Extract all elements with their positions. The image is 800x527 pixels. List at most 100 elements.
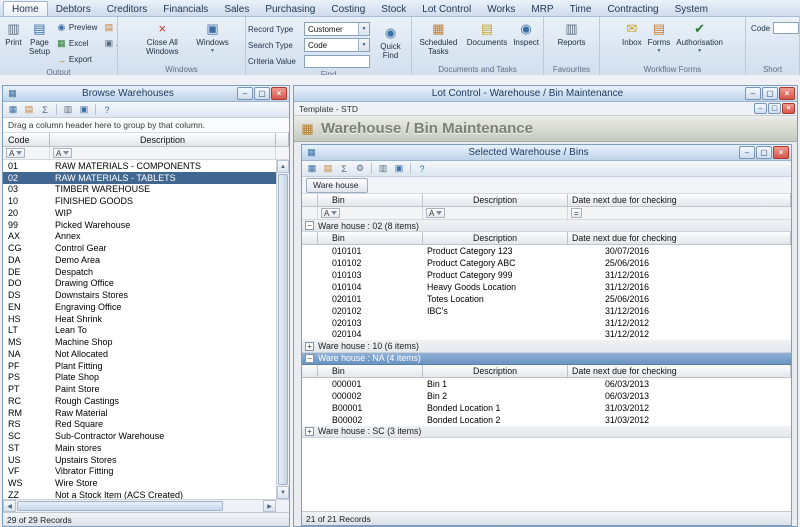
warehouse-row-20[interactable]: 20WIP [3, 207, 276, 219]
sigma-icon[interactable]: Σ [337, 162, 351, 175]
selected-bins-titlebar[interactable]: ▦ Selected Warehouse / Bins – ▢ × [302, 145, 791, 161]
scroll-left-icon[interactable]: ◀ [3, 500, 16, 512]
adm-button[interactable]: ▣ADM [101, 36, 118, 51]
equals-filter-icon[interactable]: = [571, 208, 582, 218]
bin-row-010102[interactable]: 010102Product Category ABC25/06/2016 [302, 257, 791, 269]
warehouse-row-10[interactable]: 10FINISHED GOODS [3, 195, 276, 207]
bin-row-010104[interactable]: 010104Heavy Goods Location31/12/2016 [302, 281, 791, 293]
maximize-button[interactable]: ▢ [254, 87, 270, 100]
column-header-code[interactable]: Code [3, 133, 50, 147]
print-button[interactable]: ▥ Print [2, 19, 25, 49]
ribbon-tab-lot-control[interactable]: Lot Control [414, 2, 479, 16]
chart-icon[interactable]: ▤ [321, 162, 335, 175]
expand-icon[interactable]: + [305, 342, 314, 351]
filter-icon[interactable]: A [53, 148, 72, 158]
subheader-description[interactable]: Description [423, 232, 568, 245]
subheader-date[interactable]: Date next due for checking [568, 232, 791, 245]
save-icon[interactable]: ▣ [392, 162, 406, 175]
warehouse-row-EN[interactable]: ENEngraving Office [3, 301, 276, 313]
subheader-description[interactable]: Description [423, 365, 568, 378]
bin-group-row[interactable]: −Ware house : 02 (8 items) [302, 220, 791, 232]
close-button[interactable]: × [773, 146, 789, 159]
horizontal-scrollbar[interactable]: ◀ ▶ [3, 499, 289, 512]
grid-view-icon[interactable]: ▦ [6, 103, 20, 116]
warehouse-row-VF[interactable]: VFVibrator Fitting [3, 466, 276, 478]
vertical-scrollbar[interactable]: ▲ ▼ [276, 160, 289, 499]
warehouse-row-LT[interactable]: LTLean To [3, 325, 276, 337]
warehouse-row-RM[interactable]: RMRaw Material [3, 407, 276, 419]
close-all-windows-button[interactable]: × Close All Windows [132, 19, 192, 58]
warehouse-row-ZZ[interactable]: ZZNot a Stock Item (ACS Created) [3, 489, 276, 499]
ribbon-tab-system[interactable]: System [667, 2, 716, 16]
search-type-select[interactable]: Code▼ [304, 38, 370, 52]
collapse-icon[interactable]: − [305, 221, 314, 230]
warehouse-row-HS[interactable]: HSHeat Shrink [3, 313, 276, 325]
close-button[interactable]: × [782, 103, 795, 114]
bin-row-B00001[interactable]: B00001Bonded Location 131/03/2012 [302, 402, 791, 414]
bin-row-020104[interactable]: 02010431/12/2012 [302, 329, 791, 341]
minimize-button[interactable]: – [237, 87, 253, 100]
column-header-bin[interactable]: Bin [318, 194, 423, 207]
xml-button[interactable]: ▤XML [101, 20, 118, 35]
warehouse-row-PT[interactable]: PTPaint Store [3, 383, 276, 395]
inspect-button[interactable]: ◉ Inspect [511, 19, 541, 49]
ribbon-tab-works[interactable]: Works [479, 2, 523, 16]
print-icon[interactable]: ▥ [376, 162, 390, 175]
bin-row-B00002[interactable]: B00002Bonded Location 231/03/2012 [302, 414, 791, 426]
bin-row-020102[interactable]: 020102IBC's31/12/2016 [302, 305, 791, 317]
scrollbar-thumb[interactable] [17, 501, 223, 511]
warehouse-row-99[interactable]: 99Picked Warehouse [3, 219, 276, 231]
subheader-date[interactable]: Date next due for checking [568, 365, 791, 378]
scheduled-tasks-button[interactable]: ▦ Scheduled Tasks [414, 19, 463, 58]
code-shortcut-input[interactable] [773, 22, 799, 34]
filter-icon[interactable]: A [426, 208, 445, 218]
group-by-chip-warehouse[interactable]: Ware house [306, 178, 368, 193]
criteria-value-input[interactable] [304, 55, 370, 68]
reports-button[interactable]: ▥ Reports [555, 19, 587, 49]
excel-button[interactable]: ▦Excel [54, 36, 99, 51]
record-type-select[interactable]: Customer▼ [304, 22, 370, 36]
bin-group-row[interactable]: +Ware house : SC (3 items) [302, 426, 791, 438]
warehouse-row-02[interactable]: 02RAW MATERIALS - TABLETS [3, 172, 276, 184]
ribbon-tab-mrp[interactable]: MRP [523, 2, 561, 16]
ribbon-tab-home[interactable]: Home [3, 1, 48, 16]
sigma-icon[interactable]: Σ [38, 103, 52, 116]
warehouse-row-DE[interactable]: DEDespatch [3, 266, 276, 278]
maximize-button[interactable]: ▢ [756, 146, 772, 159]
warehouse-row-AX[interactable]: AXAnnex [3, 231, 276, 243]
ribbon-tab-debtors[interactable]: Debtors [48, 2, 99, 16]
warehouse-row-NA[interactable]: NANot Allocated [3, 348, 276, 360]
export-button[interactable]: →Export [54, 52, 99, 67]
warehouse-row-RC[interactable]: RCRough Castings [3, 395, 276, 407]
gear-icon[interactable]: ⚙ [353, 162, 367, 175]
warehouse-row-RS[interactable]: RSRed Square [3, 419, 276, 431]
minimize-button[interactable]: – [739, 146, 755, 159]
preview-button[interactable]: ◉Preview [54, 20, 99, 35]
column-header-description[interactable]: Description [423, 194, 568, 207]
scrollbar-thumb[interactable] [278, 174, 288, 485]
warehouse-row-WS[interactable]: WSWire Store [3, 477, 276, 489]
ribbon-tab-costing[interactable]: Costing [323, 2, 373, 16]
scroll-right-icon[interactable]: ▶ [263, 500, 276, 512]
bin-row-000002[interactable]: 000002Bin 206/03/2013 [302, 390, 791, 402]
save-icon[interactable]: ▣ [77, 103, 91, 116]
grid-view-icon[interactable]: ▦ [305, 162, 319, 175]
filter-icon[interactable]: A [321, 208, 340, 218]
warehouse-row-PS[interactable]: PSPlate Shop [3, 372, 276, 384]
maximize-button[interactable]: ▢ [762, 87, 778, 100]
page-setup-button[interactable]: ▤ Page Setup [27, 19, 52, 58]
warehouse-row-MS[interactable]: MSMachine Shop [3, 336, 276, 348]
ribbon-tab-contracting[interactable]: Contracting [599, 2, 666, 16]
subheader-bin[interactable]: Bin [318, 232, 423, 245]
scroll-up-icon[interactable]: ▲ [277, 160, 289, 173]
bin-row-000001[interactable]: 000001Bin 106/03/2013 [302, 378, 791, 390]
inbox-button[interactable]: ✉ Inbox [620, 19, 644, 49]
subheader-bin[interactable]: Bin [318, 365, 423, 378]
minimize-button[interactable]: – [745, 87, 761, 100]
help-icon[interactable]: ? [100, 103, 114, 116]
warehouse-row-DA[interactable]: DADemo Area [3, 254, 276, 266]
forms-button[interactable]: ▤ Forms ▼ [646, 19, 673, 55]
documents-button[interactable]: ▤ Documents [465, 19, 509, 49]
collapse-icon[interactable]: − [305, 354, 314, 363]
warehouse-row-PF[interactable]: PFPlant Fitting [3, 360, 276, 372]
